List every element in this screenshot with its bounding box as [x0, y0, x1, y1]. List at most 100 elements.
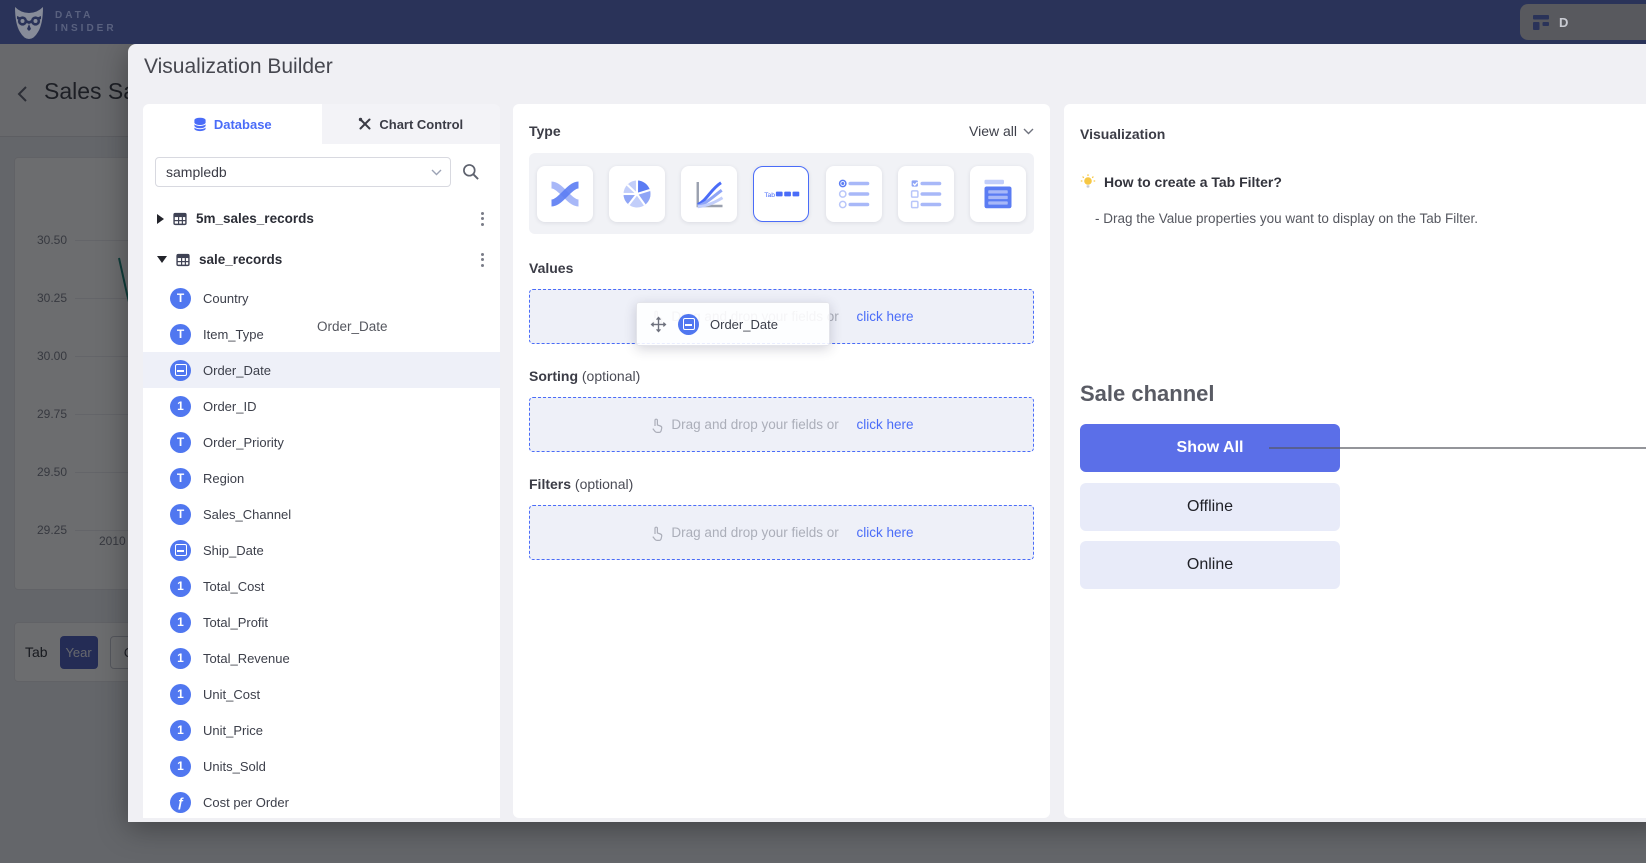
- field-row-sales-channel[interactable]: Sales_Channel: [143, 496, 500, 532]
- text-field-icon: [170, 468, 191, 489]
- filters-dropzone[interactable]: Drag and drop your fields or click here: [529, 505, 1034, 560]
- chart-type-dropdown-list[interactable]: [970, 166, 1026, 222]
- field-row-country[interactable]: Country: [143, 280, 500, 316]
- dashboard-button-label: D: [1559, 15, 1568, 30]
- field-name: Region: [203, 471, 244, 486]
- visualization-panel: Visualization How to create a Tab Filter…: [1064, 104, 1646, 818]
- chevron-down-icon[interactable]: [431, 169, 442, 176]
- collapse-arrow-icon[interactable]: [157, 256, 167, 263]
- database-select-input[interactable]: [155, 157, 451, 187]
- field-name: Total_Cost: [203, 579, 264, 594]
- tab-chart-control[interactable]: Chart Control: [322, 104, 501, 144]
- search-icon[interactable]: [462, 163, 480, 181]
- number-field-icon: [170, 648, 191, 669]
- sankey-icon: [547, 176, 583, 212]
- chart-type-line[interactable]: [681, 166, 737, 222]
- database-search-row: [143, 144, 500, 187]
- checkbox-list-icon: [908, 176, 944, 212]
- field-name: Order_Priority: [203, 435, 284, 450]
- field-name: Country: [203, 291, 249, 306]
- optional-suffix: (optional): [582, 368, 640, 384]
- tab-filter-icon: Tab: [762, 176, 800, 212]
- chart-type-pie[interactable]: [609, 166, 665, 222]
- field-name: Order_Date: [203, 363, 271, 378]
- field-row-unit-cost[interactable]: Unit_Cost: [143, 676, 500, 712]
- database-select[interactable]: [155, 157, 451, 187]
- filters-section-label: Filters (optional): [529, 476, 1034, 492]
- field-name: Total_Revenue: [203, 651, 290, 666]
- field-row-order-id[interactable]: Order_ID: [143, 388, 500, 424]
- number-field-icon: [170, 396, 191, 417]
- dashboard-button[interactable]: D: [1520, 4, 1646, 40]
- chart-type-sankey[interactable]: [537, 166, 593, 222]
- click-here-link[interactable]: click here: [857, 525, 914, 540]
- table-row-5m-sales-records[interactable]: 5m_sales_records: [143, 198, 500, 239]
- tab-database[interactable]: Database: [143, 104, 322, 144]
- sorting-dropzone[interactable]: Drag and drop your fields or click here: [529, 397, 1034, 452]
- field-name: Total_Profit: [203, 615, 268, 630]
- field-name: Item_Type: [203, 327, 264, 342]
- drag-source-ghost-label: Order_Date: [317, 319, 388, 334]
- tip-title: How to create a Tab Filter?: [1080, 174, 1282, 190]
- number-field-icon: [170, 612, 191, 633]
- table-name: 5m_sales_records: [196, 211, 466, 226]
- table-row-sale-records[interactable]: sale_records: [143, 239, 500, 280]
- table-name: sale_records: [199, 252, 466, 267]
- type-section-label: Type: [529, 123, 561, 139]
- chart-type-list: Tab: [529, 153, 1034, 234]
- field-row-total-profit[interactable]: Total_Profit: [143, 604, 500, 640]
- tip-body: - Drag the Value properties you want to …: [1095, 211, 1478, 226]
- click-here-link[interactable]: click here: [857, 309, 914, 324]
- chart-type-checkbox-list[interactable]: [898, 166, 954, 222]
- builder-panel: Type View all: [513, 104, 1050, 818]
- optional-suffix: (optional): [575, 476, 633, 492]
- field-name: Order_ID: [203, 399, 256, 414]
- tools-icon: [358, 117, 372, 131]
- table-icon: [173, 212, 187, 226]
- number-field-icon: [170, 756, 191, 777]
- field-row-ship-date[interactable]: Ship_Date: [143, 532, 500, 568]
- field-row-units-sold[interactable]: Units_Sold: [143, 748, 500, 784]
- visualization-builder-modal: Visualization Builder Order_Date Databas…: [128, 44, 1646, 822]
- click-here-link[interactable]: click here: [857, 417, 914, 432]
- field-row-order-date[interactable]: Order_Date: [143, 352, 500, 388]
- chevron-down-icon: [1023, 128, 1034, 135]
- field-name: Ship_Date: [203, 543, 264, 558]
- move-icon: [650, 316, 667, 333]
- field-name: Units_Sold: [203, 759, 266, 774]
- svg-text:Tab: Tab: [765, 191, 776, 198]
- field-row-unit-price[interactable]: Unit_Price: [143, 712, 500, 748]
- database-panel: Database Chart Control: [143, 104, 500, 818]
- owl-logo-icon: [12, 4, 46, 40]
- top-navbar: DATA INSIDER D: [0, 0, 1646, 44]
- field-row-total-revenue[interactable]: Total_Revenue: [143, 640, 500, 676]
- field-row-total-cost[interactable]: Total_Cost: [143, 568, 500, 604]
- field-row-region[interactable]: Region: [143, 460, 500, 496]
- dropzone-hint: Drag and drop your fields or: [671, 417, 838, 432]
- chart-type-radio-list[interactable]: [826, 166, 882, 222]
- field-name: Cost per Order: [203, 795, 289, 810]
- pie-chart-icon: [619, 176, 655, 212]
- text-field-icon: [170, 432, 191, 453]
- table-menu-icon[interactable]: [475, 249, 490, 271]
- date-field-icon: [170, 540, 191, 561]
- view-all-dropdown[interactable]: View all: [969, 123, 1034, 139]
- filter-option-offline[interactable]: Offline: [1080, 483, 1340, 531]
- chart-type-tab-filter[interactable]: Tab: [753, 166, 809, 222]
- database-panel-body: 5m_sales_records sale_records: [143, 144, 500, 818]
- sorting-label: Sorting: [529, 368, 578, 384]
- filters-label: Filters: [529, 476, 571, 492]
- field-row-order-priority[interactable]: Order_Priority: [143, 424, 500, 460]
- expand-arrow-icon[interactable]: [157, 214, 164, 224]
- field-row-cost-per-order[interactable]: Cost per Order: [143, 784, 500, 820]
- text-field-icon: [170, 324, 191, 345]
- field-name: Unit_Cost: [203, 687, 260, 702]
- filter-option-online[interactable]: Online: [1080, 541, 1340, 589]
- table-menu-icon[interactable]: [475, 208, 490, 230]
- view-all-label: View all: [969, 123, 1017, 139]
- text-field-icon: [170, 504, 191, 525]
- lightbulb-icon: [1080, 174, 1096, 190]
- hand-pointer-icon: [649, 417, 664, 433]
- left-panel-tabs: Database Chart Control: [143, 104, 500, 144]
- dropzone-hint: Drag and drop your fields or: [671, 525, 838, 540]
